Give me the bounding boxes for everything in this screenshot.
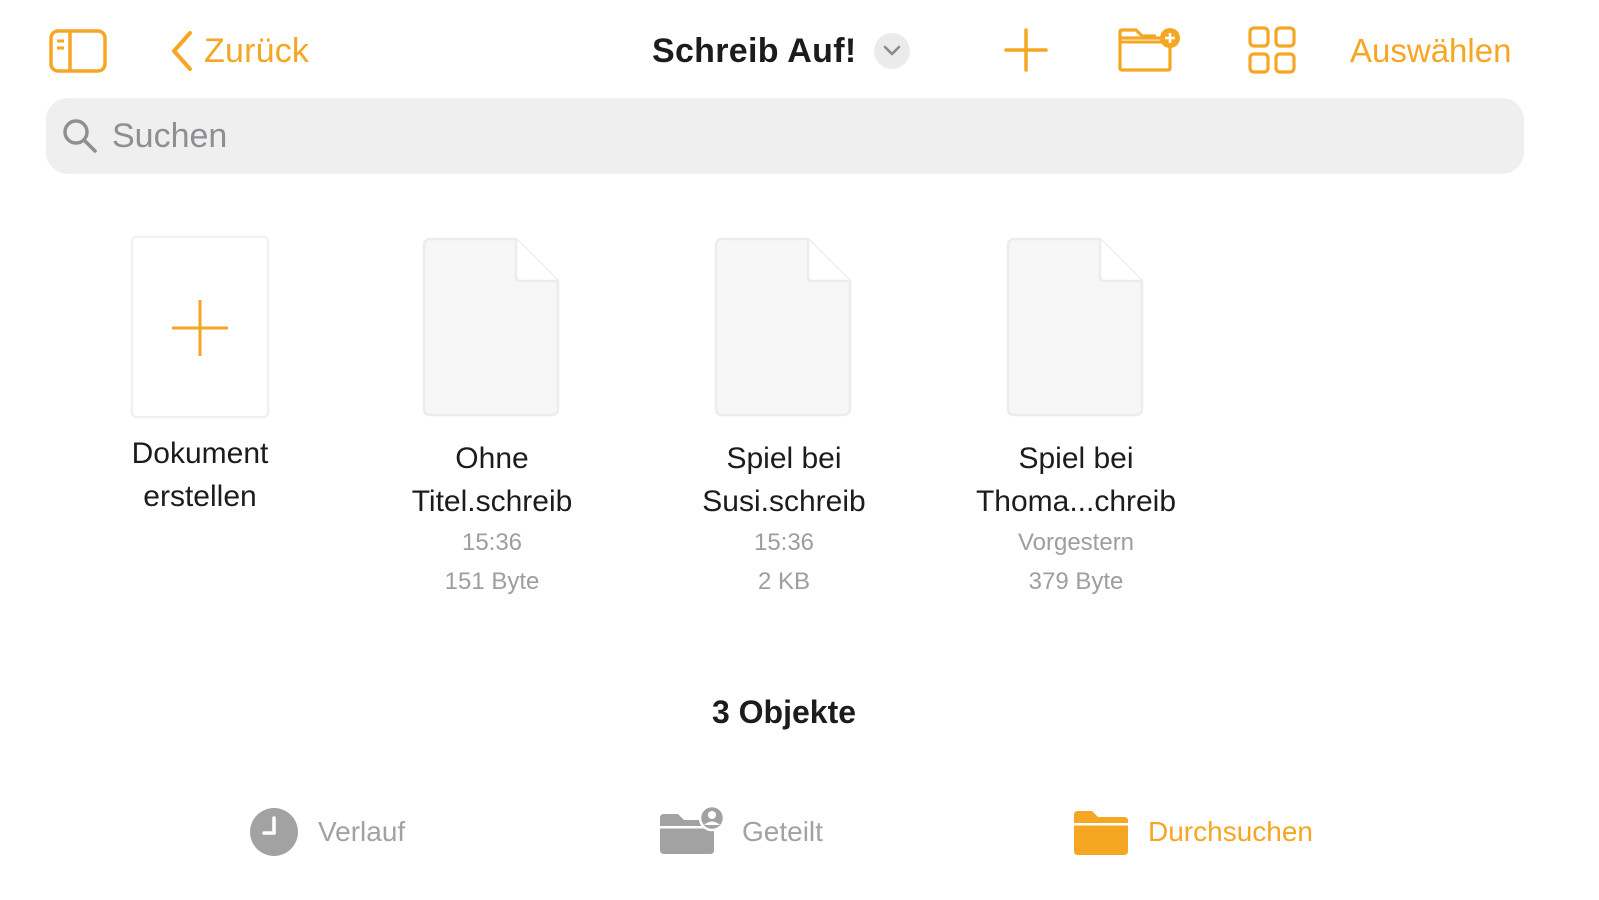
back-label: Zurück [204, 31, 310, 70]
chevron-left-icon [172, 31, 192, 71]
folder-icon [1074, 811, 1128, 855]
tab-label: Geteilt [742, 816, 823, 847]
chevron-down-icon [884, 45, 901, 56]
select-button[interactable]: Auswählen [1350, 26, 1511, 76]
file-name: Spiel bei Thoma...chreib [975, 442, 1177, 518]
plus-icon [172, 300, 228, 356]
file-item[interactable]: Spiel bei Thoma...chreib Vorgestern 379 … [946, 236, 1206, 601]
shared-folder-icon [660, 806, 724, 854]
search-icon [63, 119, 97, 153]
search-bar[interactable] [46, 98, 1524, 174]
file-date: Vorgestern [1017, 529, 1135, 556]
document-icon [714, 237, 852, 417]
plus-icon [1004, 28, 1048, 72]
item-count: 3 Objekte [711, 694, 857, 730]
tab-shared[interactable]: Geteilt [658, 800, 823, 864]
document-icon [1006, 237, 1144, 417]
clock-icon [250, 808, 298, 856]
file-size: 379 Byte [1028, 568, 1124, 595]
document-icon [422, 237, 560, 417]
tab-browse[interactable]: Durchsuchen [1072, 800, 1313, 864]
file-size: 2 KB [757, 568, 811, 595]
file-size: 151 Byte [444, 568, 540, 595]
sidebar-icon [49, 29, 107, 73]
file-name: Spiel bei Susi.schreib [702, 442, 866, 518]
grid-icon [1248, 26, 1296, 74]
file-date: 15:36 [753, 529, 815, 556]
create-document-thumbnail[interactable] [131, 236, 269, 418]
new-document-button[interactable] [1000, 24, 1052, 76]
tab-label: Durchsuchen [1148, 816, 1313, 847]
search-input[interactable] [110, 115, 1494, 157]
tab-label: Verlauf [318, 816, 406, 847]
file-item[interactable]: Spiel bei Susi.schreib 15:36 2 KB [654, 236, 914, 601]
title-dropdown [874, 33, 911, 69]
page-title: Schreib Auf! [652, 31, 857, 70]
file-name: Ohne Titel.schreib [411, 442, 573, 518]
sidebar-toggle-button[interactable] [48, 28, 108, 74]
file-item[interactable]: Ohne Titel.schreib 15:36 151 Byte [362, 236, 622, 601]
tab-recents[interactable]: Verlauf [248, 800, 405, 864]
create-document-item[interactable]: Dokument erstellen [70, 236, 330, 518]
file-name: Dokument erstellen [131, 437, 269, 513]
view-mode-button[interactable] [1246, 24, 1298, 76]
folder-add-icon [1118, 28, 1180, 72]
folder-title-menu[interactable]: Schreib Auf! [652, 26, 911, 76]
back-button[interactable]: Zurück [170, 26, 309, 76]
file-date: 15:36 [461, 529, 523, 556]
new-folder-button[interactable] [1116, 24, 1186, 74]
